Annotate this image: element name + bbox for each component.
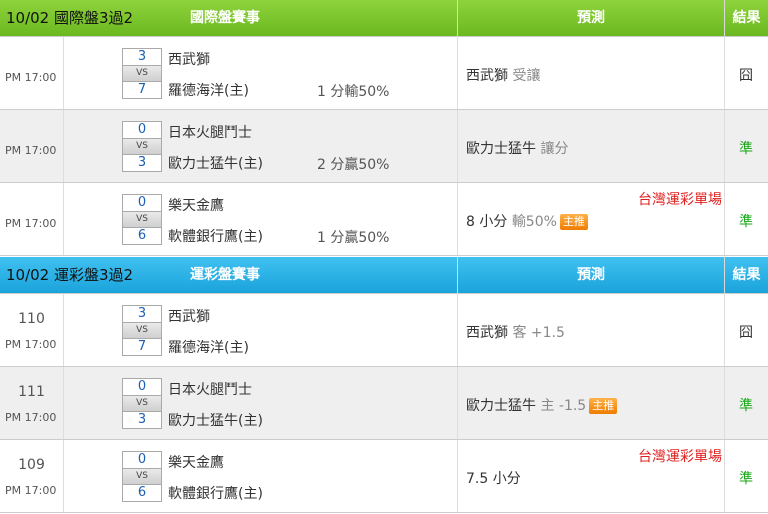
match-time: PM 17:00 [5,484,57,497]
result-mark: 囧 [739,68,753,84]
result-mark: 囧 [739,325,753,341]
prediction-pick: 7.5 小分 [466,471,521,487]
section1-result-header: 結果 [724,0,768,37]
prediction-pick: 西武獅 [466,68,508,84]
prediction: 歐力士猛牛 讓分 [466,138,568,158]
vs-label: VS [122,469,162,484]
team-home: 羅德海洋(主) [168,340,249,356]
score-away: 3 [122,305,162,323]
prediction: 歐力士猛牛 主 -1.5 主推 [466,395,618,415]
match-row: PM 17:00 0 VS 6 樂天金鷹 軟體銀行鷹(主) 1 分贏50% 台灣… [0,183,768,256]
match-time: PM 17:00 [5,411,57,424]
featured-pick-badge: 主推 [559,214,588,230]
prediction-detail: 輸50% [511,214,557,230]
prediction-detail: 受讓 [512,68,541,84]
vs-label: VS [122,212,162,227]
score-away: 0 [122,194,162,212]
prediction: 西武獅 受讓 [466,65,540,85]
team-home: 軟體銀行鷹(主) [168,229,263,245]
prediction-detail: 讓分 [540,141,569,157]
scoreboard: 0 VS 6 [122,451,162,503]
score-home: 7 [122,81,162,99]
team-away: 西武獅 [168,52,210,68]
vs-label: VS [122,396,162,411]
handicap-line: 1 分贏50% [317,230,390,246]
score-home: 3 [122,154,162,172]
vs-label: VS [122,323,162,338]
scoreboard: 0 VS 3 [122,121,162,173]
game-number: 111 [18,384,45,400]
match-time: PM 17:00 [5,144,57,157]
match-row: 111 PM 17:00 0 VS 3 日本火腿鬥士 歐力士猛牛(主) 歐力士猛… [0,367,768,440]
vs-label: VS [122,139,162,154]
handicap-line: 1 分輸50% [317,84,390,100]
score-home: 7 [122,338,162,356]
section1-match-header: 國際盤賽事 [190,10,260,26]
prediction-pick: 歐力士猛牛 [466,398,536,414]
team-home: 軟體銀行鷹(主) [168,486,263,502]
prediction-detail: 主 -1.5 [540,398,587,414]
section1-pred-header: 預測 [457,0,724,37]
single-game-note: 台灣運彩單場 [638,449,722,465]
prediction: 7.5 小分 [466,468,521,488]
score-away: 3 [122,48,162,66]
result-mark: 準 [739,214,753,230]
prediction-pick: 8 小分 [466,214,508,230]
section1-header: 10/02 國際盤3過2 國際盤賽事 預測 結果 [0,0,768,37]
score-away: 0 [122,121,162,139]
match-row: PM 17:00 0 VS 3 日本火腿鬥士 歐力士猛牛(主) 2 分贏50% … [0,110,768,183]
prediction: 西武獅 客 +1.5 [466,322,565,342]
game-number: 110 [18,311,45,327]
team-away: 日本火腿鬥士 [168,125,252,141]
team-home: 歐力士猛牛(主) [168,156,263,172]
scoreboard: 0 VS 3 [122,378,162,430]
prediction-pick: 西武獅 [466,325,508,341]
prediction-detail: 客 +1.5 [512,325,565,341]
prediction-pick: 歐力士猛牛 [466,141,536,157]
prediction: 8 小分 輸50% 主推 [466,211,588,231]
section2-match-header: 運彩盤賽事 [190,267,260,283]
result-mark: 準 [739,398,753,414]
result-mark: 準 [739,471,753,487]
match-time: PM 17:00 [5,71,57,84]
score-home: 3 [122,411,162,429]
featured-pick-badge: 主推 [589,398,618,414]
section2-result-header: 結果 [724,257,768,294]
scoreboard: 3 VS 7 [122,305,162,357]
score-home: 6 [122,484,162,502]
score-away: 0 [122,378,162,396]
match-row: 110 PM 17:00 3 VS 7 西武獅 羅德海洋(主) 西武獅 客 +1… [0,294,768,367]
team-away: 樂天金鷹 [168,198,224,214]
score-away: 0 [122,451,162,469]
scoreboard: 0 VS 6 [122,194,162,246]
team-home: 羅德海洋(主) [168,83,249,99]
section2-header: 10/02 運彩盤3過2 運彩盤賽事 預測 結果 [0,257,768,294]
match-time: PM 17:00 [5,338,57,351]
match-row: PM 17:00 3 VS 7 西武獅 羅德海洋(主) 1 分輸50% 西武獅 … [0,37,768,110]
team-away: 西武獅 [168,309,210,325]
handicap-line: 2 分贏50% [317,157,390,173]
team-home: 歐力士猛牛(主) [168,413,263,429]
scoreboard: 3 VS 7 [122,48,162,100]
match-row: 109 PM 17:00 0 VS 6 樂天金鷹 軟體銀行鷹(主) 台灣運彩單場… [0,440,768,513]
match-time: PM 17:00 [5,217,57,230]
single-game-note: 台灣運彩單場 [638,192,722,208]
team-away: 樂天金鷹 [168,455,224,471]
game-number: 109 [18,457,45,473]
score-home: 6 [122,227,162,245]
vs-label: VS [122,66,162,81]
result-mark: 準 [739,141,753,157]
team-away: 日本火腿鬥士 [168,382,252,398]
section2-pred-header: 預測 [457,257,724,294]
